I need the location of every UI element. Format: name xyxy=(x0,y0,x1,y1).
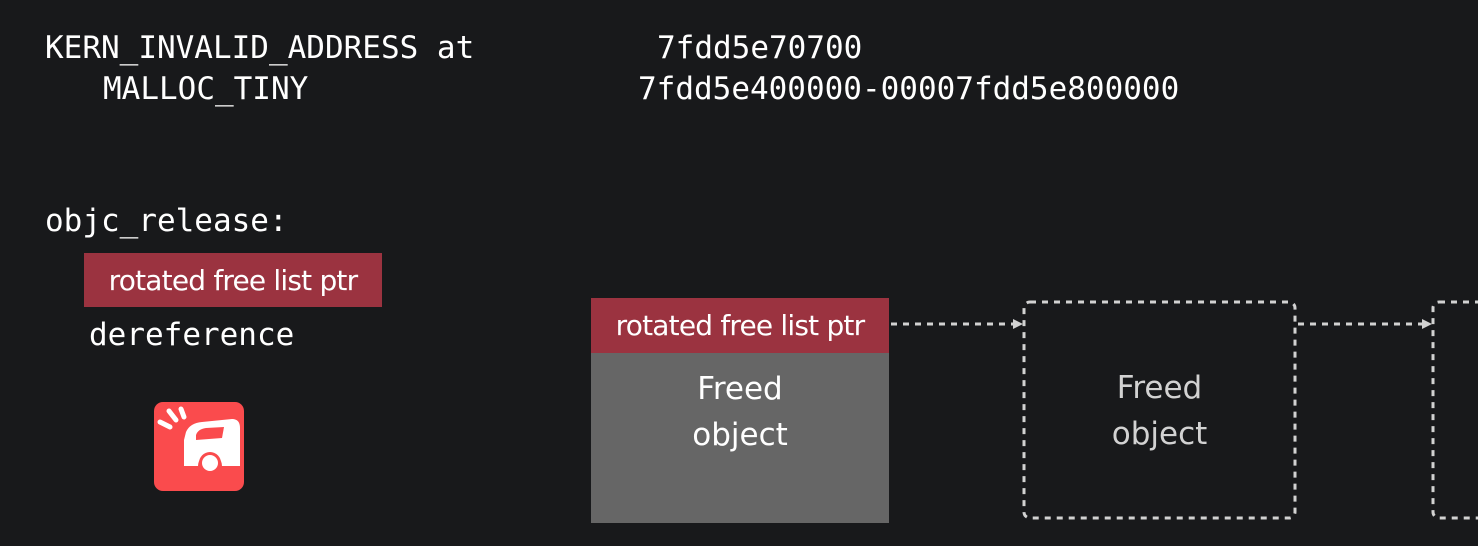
next-object-dashed xyxy=(1431,300,1478,520)
freed-object-line2: object xyxy=(692,417,788,453)
dashed-object-line1: Freed xyxy=(1116,370,1203,406)
freed-object-label: Freed object xyxy=(591,366,889,458)
freed-object-line1: Freed xyxy=(697,371,783,407)
dashed-object-line2: object xyxy=(1111,416,1208,452)
dashed-object-label: Freed object xyxy=(1024,365,1295,457)
freed-chain-diagram xyxy=(591,300,1478,523)
freed-object-header: rotated free list ptr xyxy=(591,298,889,353)
